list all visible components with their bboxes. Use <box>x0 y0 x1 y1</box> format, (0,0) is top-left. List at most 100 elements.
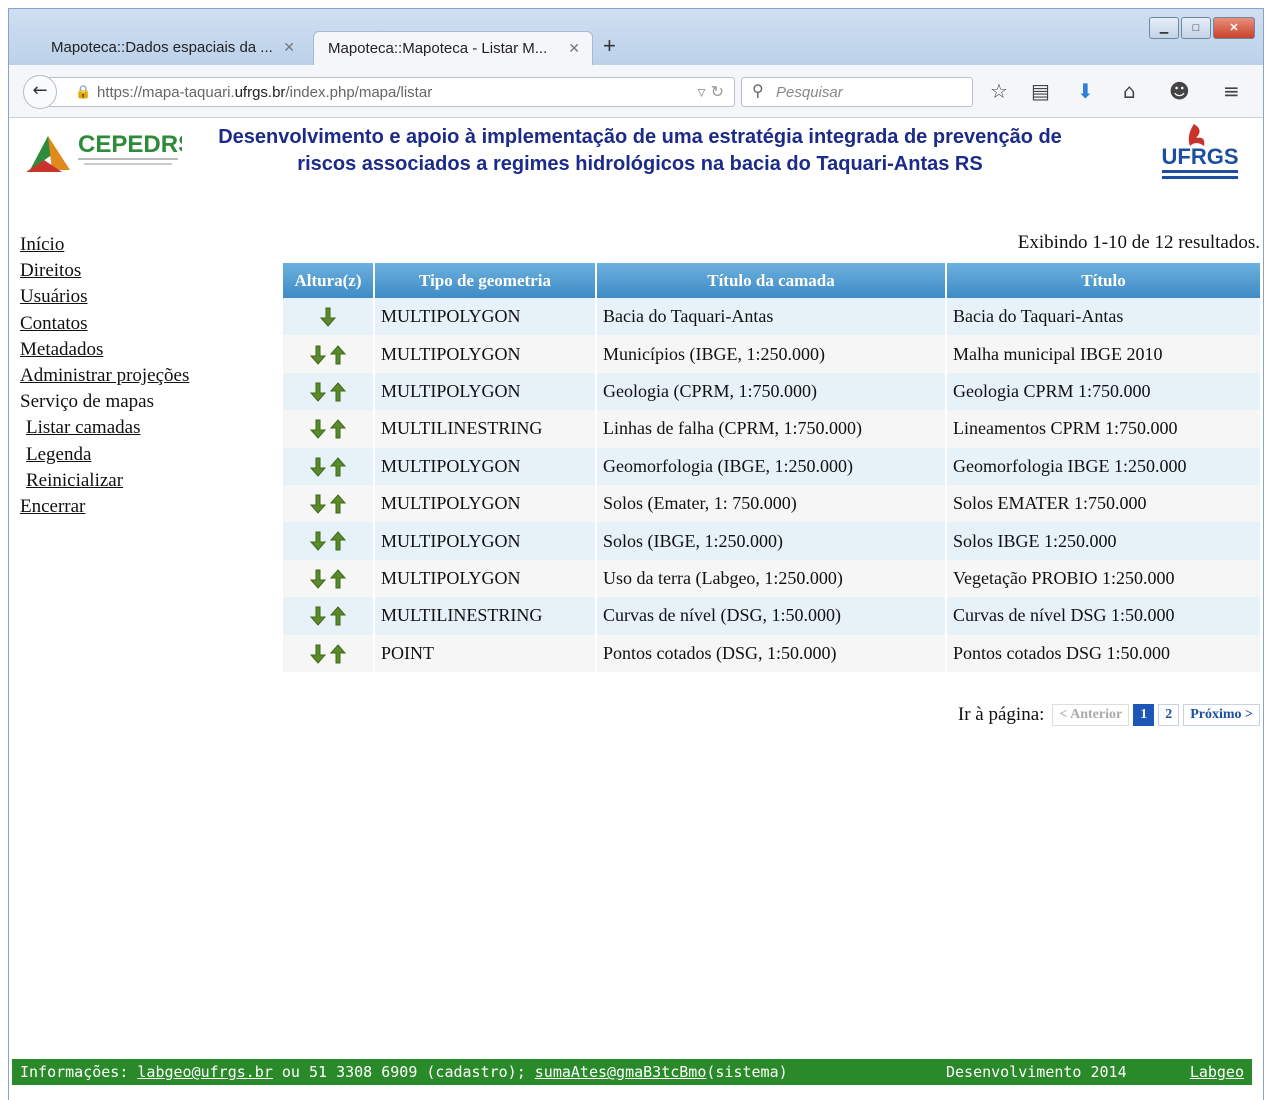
bookmark-star-icon[interactable]: ☆ <box>990 79 1008 103</box>
tab-dados-espaciais[interactable]: Mapoteca::Dados espaciais da ... ✕ <box>37 31 307 65</box>
altura-cell <box>283 298 375 336</box>
url-prefix: https://mapa-taquari. <box>97 84 235 101</box>
footer-bar: Informações: labgeo@ufrgs.br ou 51 3308 … <box>12 1059 1252 1085</box>
next-page-button[interactable]: Próximo > <box>1183 704 1260 726</box>
col-titulo[interactable]: Título <box>946 263 1260 298</box>
move-down-icon[interactable] <box>308 530 328 552</box>
move-up-icon[interactable] <box>328 344 348 366</box>
footer-email-link[interactable]: labgeo@ufrgs.br <box>137 1063 272 1081</box>
sidebar-item-servico-de-mapas: Serviço de mapas <box>20 391 155 413</box>
title-cell: Curvas de nível DSG 1:50.000 <box>946 597 1260 635</box>
sidebar-item-usuarios[interactable]: Usuários <box>20 284 189 310</box>
move-down-icon[interactable] <box>308 493 328 515</box>
col-titulo-camada[interactable]: Título da camada <box>596 263 947 298</box>
table-row: MULTIPOLYGON Solos (IBGE, 1:250.000) Solos… <box>283 522 1260 560</box>
table-row: MULTIPOLYGON Geologia (CPRM, 1:750.000) Ge… <box>283 372 1260 411</box>
move-up-icon[interactable] <box>328 381 348 403</box>
new-tab-button[interactable]: + <box>603 33 616 59</box>
geometry-type-cell: MULTILINESTRING <box>374 410 597 448</box>
layer-title-cell: Geomorfologia (IBGE, 1:250.000) <box>596 447 947 485</box>
navigation-bar: 🔒 https://mapa-taquari.ufrgs.br/index.ph… <box>9 65 1263 118</box>
move-down-icon[interactable] <box>308 568 328 590</box>
back-arrow-icon[interactable]: ← <box>23 75 57 109</box>
page-1-button[interactable]: 1 <box>1133 704 1155 726</box>
geometry-type-cell: MULTIPOLYGON <box>374 522 597 560</box>
move-down-icon[interactable] <box>308 344 328 366</box>
move-down-icon[interactable] <box>308 643 328 665</box>
minimize-icon[interactable]: ▁ <box>1149 17 1179 39</box>
geometry-type-cell: MULTIPOLYGON <box>374 484 597 523</box>
url-domain: ufrgs.br <box>234 84 286 101</box>
page-title: Desenvolvimento e apoio à implementação … <box>190 124 1090 178</box>
layer-title-cell: Solos (Emater, 1: 750.000) <box>596 484 947 523</box>
sidebar-item-encerrar[interactable]: Encerrar <box>20 494 189 520</box>
search-placeholder: Pesquisar <box>776 84 843 101</box>
table-row: MULTIPOLYGON Bacia do Taquari-Antas Bacia … <box>283 298 1260 336</box>
sidebar-item-listar-camadas[interactable]: Listar camadas <box>20 415 189 441</box>
altura-cell <box>283 447 375 485</box>
move-up-icon[interactable] <box>328 643 348 665</box>
layer-title-cell: Solos (IBGE, 1:250.000) <box>596 522 947 560</box>
tab-label: Mapoteca::Dados espaciais da ... <box>51 39 273 56</box>
sidebar-item-contatos[interactable]: Contatos <box>20 311 189 337</box>
move-down-icon[interactable] <box>308 381 328 403</box>
title-cell: Bacia do Taquari-Antas <box>946 298 1260 336</box>
sidebar-menu: Início Direitos Usuários Contatos Metadados A… <box>20 232 189 520</box>
sidebar-item-administrar-projecoes[interactable]: Administrar projeções <box>20 363 189 389</box>
close-tab-icon[interactable]: ✕ <box>283 39 295 56</box>
col-tipo-geometria[interactable]: Tipo de geometria <box>374 263 597 298</box>
footer-system: (sistema) <box>706 1063 788 1081</box>
altura-cell <box>283 372 375 411</box>
search-input[interactable]: ⚲ Pesquisar <box>741 77 973 107</box>
move-up-icon[interactable] <box>328 530 348 552</box>
address-bar[interactable]: 🔒 https://mapa-taquari.ufrgs.br/index.ph… <box>49 77 735 107</box>
lock-icon: 🔒 <box>75 84 92 99</box>
move-up-icon[interactable] <box>328 568 348 590</box>
geometry-type-cell: MULTIPOLYGON <box>374 372 597 411</box>
cepedrs-logo: CEPEDRS <box>26 131 182 172</box>
layer-title-cell: Geologia (CPRM, 1:750.000) <box>596 372 947 411</box>
title-cell: Vegetação PROBIO 1:250.000 <box>946 559 1260 598</box>
close-tab-icon[interactable]: ✕ <box>568 40 580 57</box>
move-down-icon[interactable] <box>318 306 338 328</box>
footer-labgeo-link[interactable]: Labgeo <box>1190 1059 1244 1085</box>
geometry-type-cell: MULTIPOLYGON <box>374 335 597 373</box>
tab-label: Mapoteca::Mapoteca - Listar M... <box>328 40 548 57</box>
home-icon[interactable]: ⌂ <box>1123 79 1136 103</box>
geometry-type-cell: MULTILINESTRING <box>374 597 597 635</box>
geometry-type-cell: MULTIPOLYGON <box>374 447 597 485</box>
sidebar-item-inicio[interactable]: Início <box>20 232 189 258</box>
table-header-row: Altura(z) Tipo de geometria Título da ca… <box>283 263 1260 298</box>
move-up-icon[interactable] <box>328 493 348 515</box>
col-altura[interactable]: Altura(z) <box>283 263 375 298</box>
url-path: /index.php/mapa/listar <box>285 84 433 101</box>
sidebar-item-legenda[interactable]: Legenda <box>20 442 189 468</box>
tab-bar: Mapoteca::Dados espaciais da ... ✕ Mapot… <box>9 9 1263 65</box>
table-row: MULTILINESTRING Curvas de nível (DSG, 1:5… <box>283 597 1260 635</box>
sidebar-item-metadados[interactable]: Metadados <box>20 337 189 363</box>
title-cell: Geomorfologia IBGE 1:250.000 <box>946 447 1260 485</box>
page-2-button[interactable]: 2 <box>1158 704 1180 726</box>
reading-list-icon[interactable]: ▤ <box>1031 79 1050 103</box>
move-up-icon[interactable] <box>328 456 348 478</box>
title-cell: Solos EMATER 1:750.000 <box>946 484 1260 523</box>
move-up-icon[interactable] <box>328 418 348 440</box>
move-up-icon[interactable] <box>328 605 348 627</box>
maximize-icon[interactable]: □ <box>1181 17 1211 39</box>
table-row: MULTIPOLYGON Municípios (IBGE, 1:250.000)… <box>283 335 1260 373</box>
previous-page-button: < Anterior <box>1052 704 1130 726</box>
move-down-icon[interactable] <box>308 456 328 478</box>
footer-system-email-link[interactable]: sumaAtes@gmaB3tcBmo <box>535 1063 707 1081</box>
close-window-icon[interactable]: ✕ <box>1213 17 1255 39</box>
layer-title-cell: Bacia do Taquari-Antas <box>596 298 947 336</box>
move-down-icon[interactable] <box>308 418 328 440</box>
sidebar-item-direitos[interactable]: Direitos <box>20 258 189 284</box>
reload-icon[interactable]: ▿ ↻ <box>697 82 724 101</box>
chat-icon[interactable]: ☻ <box>1169 79 1190 103</box>
sidebar-item-reinicializar[interactable]: Reinicializar <box>20 468 189 494</box>
move-down-icon[interactable] <box>308 605 328 627</box>
download-icon[interactable]: ⬇ <box>1077 79 1094 103</box>
tab-listar[interactable]: Mapoteca::Mapoteca - Listar M... ✕ <box>313 31 593 65</box>
menu-icon[interactable]: ≡ <box>1223 79 1240 103</box>
title-cell: Pontos cotados DSG 1:50.000 <box>946 634 1260 672</box>
